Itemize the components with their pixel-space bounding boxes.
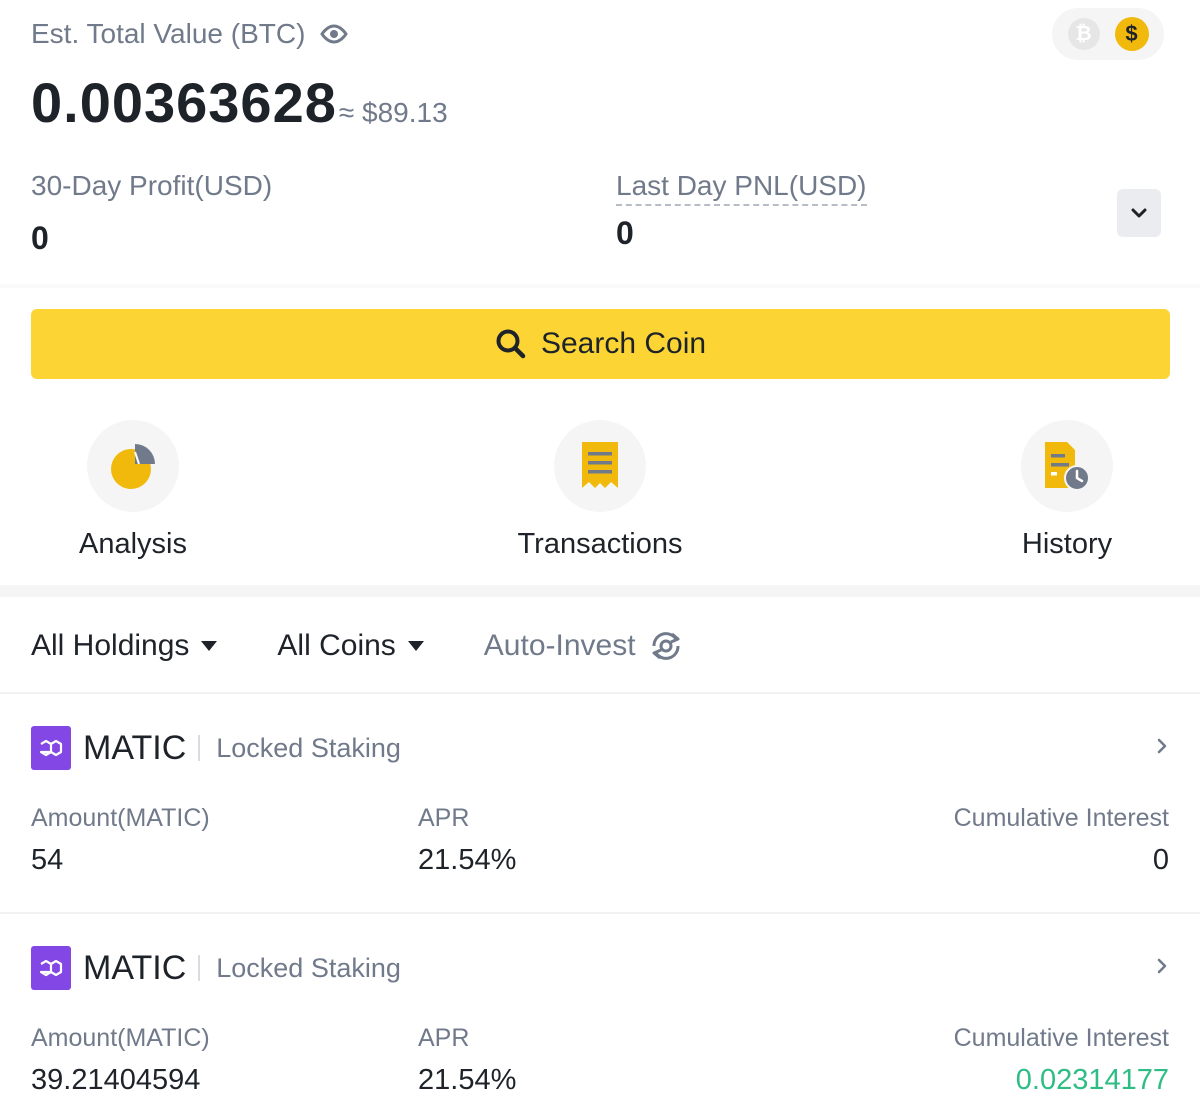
approx-usd-value: ≈ $89.13 (338, 97, 448, 128)
amount-label: Amount(MATIC) (31, 1024, 210, 1052)
amount-value: 39.21404594 (31, 1064, 201, 1096)
matic-logo-icon (31, 946, 71, 990)
history-shortcut[interactable]: History (967, 420, 1167, 561)
all-holdings-dropdown[interactable]: All Holdings (31, 629, 218, 663)
search-coin-button[interactable]: Search Coin (31, 309, 1170, 379)
coin-name: MATIC (83, 948, 187, 987)
history-icon-circle (1021, 420, 1113, 512)
holding-header: MATIC Locked Staking (31, 946, 401, 990)
usd-currency-icon[interactable]: $ (1114, 17, 1149, 51)
expand-summary-button[interactable] (1117, 189, 1161, 237)
holding-card[interactable]: MATIC Locked Staking Amount(MATIC) 54 AP… (0, 694, 1200, 912)
product-type: Locked Staking (216, 952, 401, 983)
total-value-row: 0.00363628 ≈ $89.13 (31, 70, 448, 135)
apr-value: 21.54% (418, 844, 517, 876)
est-total-value-label: Est. Total Value (BTC) (31, 18, 349, 50)
amount-label: Amount(MATIC) (31, 804, 210, 832)
last-day-pnl-value: 0 (616, 215, 634, 251)
profit-30d-value: 0 (31, 220, 49, 256)
all-coins-dropdown[interactable]: All Coins (277, 629, 424, 663)
auto-invest-filter[interactable]: Auto-Invest (484, 628, 684, 664)
caret-down-icon (201, 641, 218, 651)
apr-label: APR (418, 1024, 470, 1052)
pie-chart-icon (111, 444, 155, 489)
asset-summary: Est. Total Value (BTC) 0.00363628 ≈ $89.… (0, 0, 1200, 284)
transactions-shortcut[interactable]: Transactions (500, 420, 700, 561)
chevron-right-icon[interactable] (1152, 954, 1172, 978)
auto-invest-icon (652, 632, 680, 660)
cumulative-interest-label: Cumulative Interest (953, 804, 1169, 832)
history-label: History (1021, 528, 1113, 560)
total-btc-value: 0.00363628 (31, 71, 337, 134)
analysis-shortcut[interactable]: Analysis (33, 420, 233, 561)
search-icon (496, 329, 526, 359)
section-divider (0, 585, 1200, 597)
last-day-pnl-label[interactable]: Last Day PNL(USD) (616, 170, 867, 206)
chevron-down-icon (1131, 208, 1147, 218)
auto-invest-label: Auto-Invest (483, 629, 636, 662)
chevron-right-icon[interactable] (1152, 734, 1172, 758)
filter-bar: All Holdings All Coins Auto-Invest (31, 620, 684, 672)
coin-name: MATIC (83, 728, 187, 767)
holding-header: MATIC Locked Staking (31, 726, 401, 770)
holding-card[interactable]: MATIC Locked Staking Amount(MATIC) 39.21… (0, 914, 1200, 1117)
cumulative-interest-value: 0.02314177 (1015, 1064, 1169, 1096)
amount-value: 54 (31, 844, 64, 876)
analysis-label: Analysis (79, 528, 187, 560)
divider (0, 284, 1200, 288)
receipt-icon (582, 442, 618, 488)
matic-logo-icon (31, 726, 71, 770)
apr-label: APR (418, 804, 470, 832)
all-holdings-label: All Holdings (31, 629, 190, 662)
separator (198, 735, 201, 761)
analysis-icon-circle (87, 420, 179, 512)
transactions-label: Transactions (517, 528, 683, 560)
cumulative-interest-label: Cumulative Interest (953, 1024, 1169, 1052)
separator (198, 955, 201, 981)
btc-currency-icon[interactable]: ₿ (1067, 18, 1100, 50)
cumulative-interest-value: 0 (1152, 844, 1169, 876)
apr-value: 21.54% (418, 1064, 517, 1096)
all-coins-label: All Coins (277, 629, 396, 662)
eye-icon[interactable] (319, 23, 349, 45)
product-type: Locked Staking (216, 732, 401, 763)
caret-down-icon (407, 641, 424, 651)
profit-30d-label: 30-Day Profit(USD) (31, 170, 273, 201)
history-file-icon (1045, 442, 1090, 491)
est-total-value-text: Est. Total Value (BTC) (31, 18, 306, 49)
search-coin-label: Search Coin (540, 327, 707, 360)
transactions-icon-circle (554, 420, 646, 512)
currency-toggle[interactable]: ₿ $ (1052, 8, 1164, 60)
